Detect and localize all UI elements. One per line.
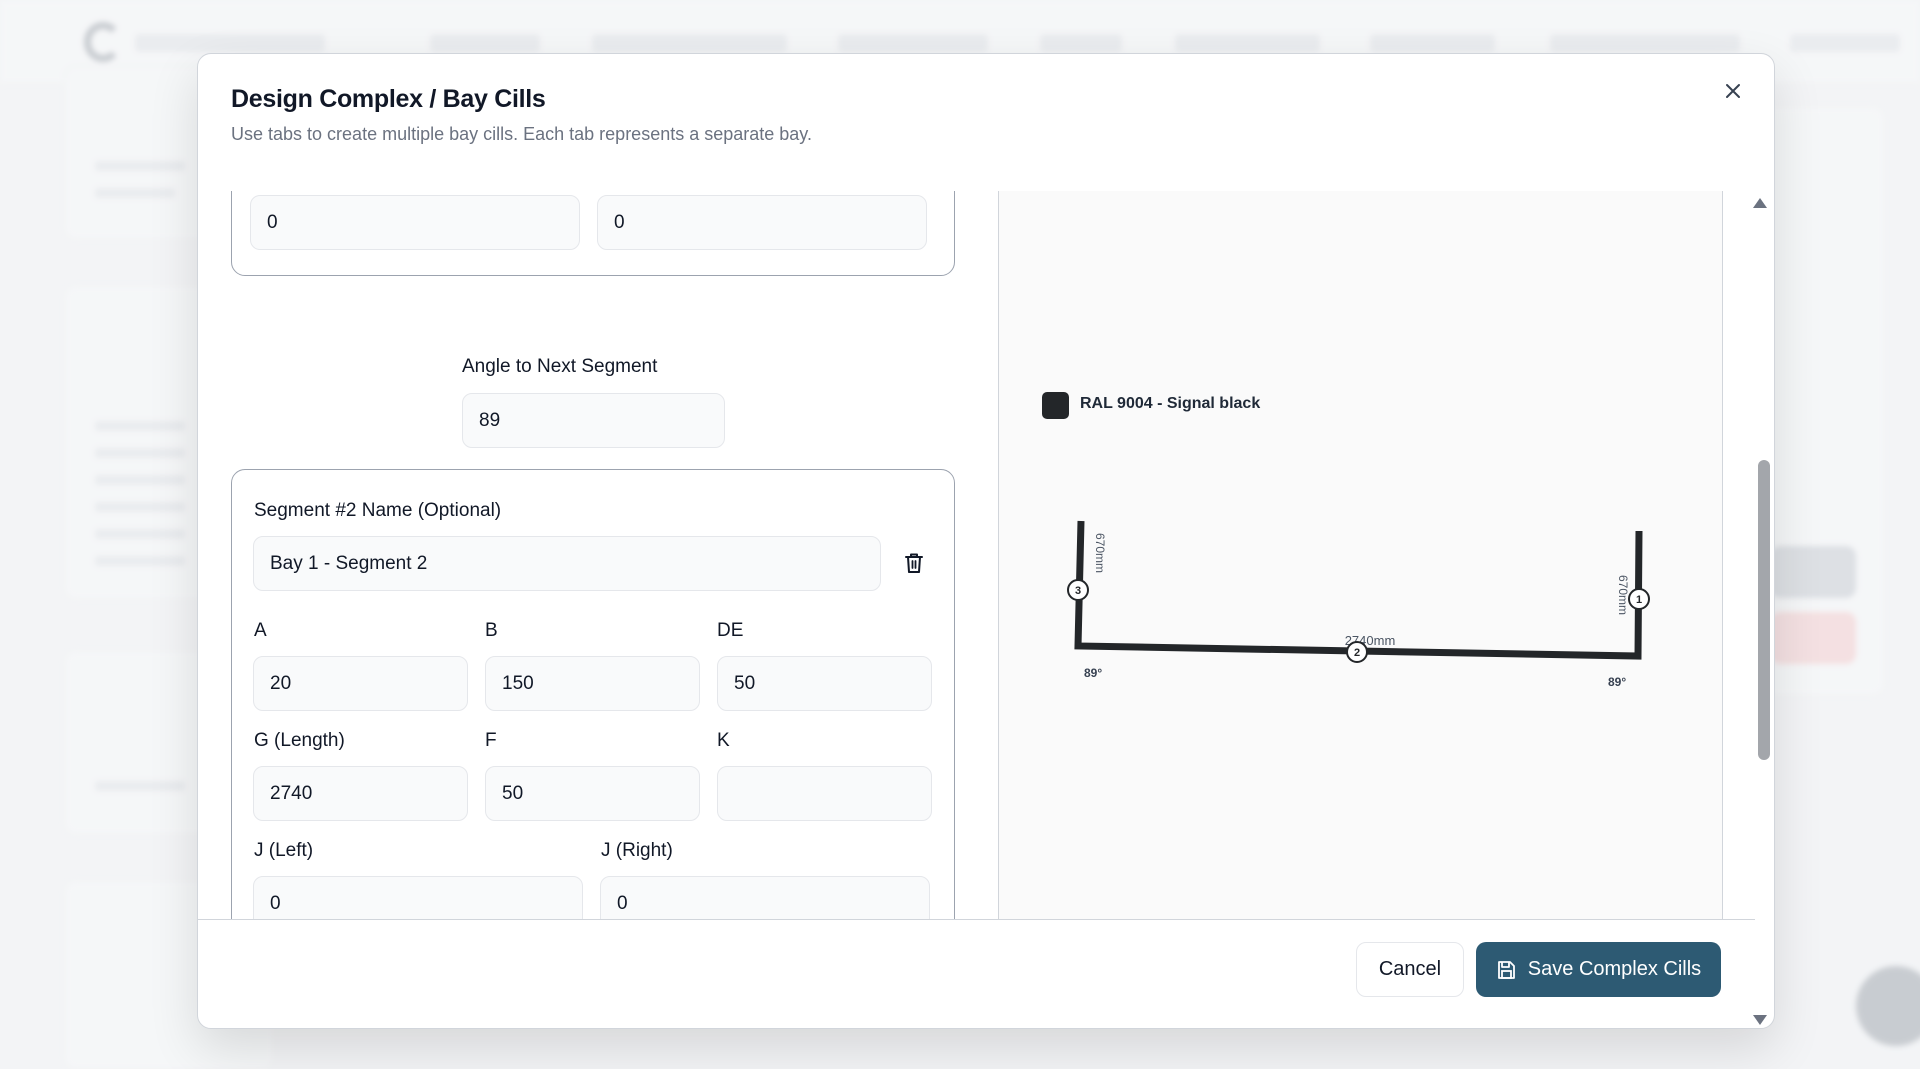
segment-1-j-left-input[interactable] — [250, 195, 580, 250]
right-angle-label: 89° — [1608, 675, 1626, 689]
marker-2-label: 2 — [1354, 647, 1360, 659]
save-icon — [1497, 960, 1515, 979]
scroll-down-arrow-icon[interactable] — [1753, 1015, 1767, 1025]
field-de-label: DE — [717, 620, 744, 641]
field-b-input[interactable] — [485, 656, 700, 711]
preview-right-border — [1722, 191, 1723, 920]
segment-1-card — [231, 191, 955, 276]
design-cills-modal: Design Complex / Bay Cills Use tabs to c… — [197, 53, 1775, 1029]
save-complex-cills-button[interactable]: Save Complex Cills — [1476, 942, 1721, 997]
segment-2-card: Segment #2 Name (Optional) A B DE G (Len… — [231, 469, 955, 920]
field-a-label: A — [254, 620, 267, 641]
field-j-right-input[interactable] — [600, 876, 930, 920]
field-f-label: F — [485, 730, 497, 751]
field-k-label: K — [717, 730, 730, 751]
close-icon — [1726, 84, 1740, 98]
segment-2-name-label: Segment #2 Name (Optional) — [254, 500, 502, 521]
field-g-input[interactable] — [253, 766, 468, 821]
cancel-button[interactable]: Cancel — [1356, 942, 1464, 997]
segment-1-j-right-input[interactable] — [597, 195, 927, 250]
field-j-left-label: J (Left) — [254, 840, 314, 861]
scroll-up-arrow-icon[interactable] — [1753, 198, 1767, 208]
left-side-dimension: 670mm — [1093, 533, 1107, 573]
cill-profile-drawing: 670mm 2740mm 670mm 89° 89° 3 2 1 — [1067, 520, 1650, 689]
footer-divider — [198, 919, 1755, 920]
field-de-input[interactable] — [717, 656, 932, 711]
field-j-left-input[interactable] — [253, 876, 583, 920]
modal-subtitle: Use tabs to create multiple bay cills. E… — [231, 124, 812, 144]
marker-1-label: 1 — [1636, 594, 1642, 606]
marker-3-label: 3 — [1075, 585, 1081, 597]
field-a-input[interactable] — [253, 656, 468, 711]
angle-label: Angle to Next Segment — [462, 356, 658, 377]
right-side-dimension: 670mm — [1616, 575, 1630, 615]
delete-segment-button[interactable] — [900, 549, 928, 577]
segment-2-name-input[interactable] — [253, 536, 881, 591]
field-b-label: B — [485, 620, 498, 641]
field-k-input[interactable] — [717, 766, 932, 821]
marker-1: 1 — [1628, 588, 1650, 610]
left-angle-label: 89° — [1084, 666, 1102, 680]
cill-preview-panel: RAL 9004 - Signal black 670mm 2740mm 670… — [999, 191, 1722, 920]
field-j-right-label: J (Right) — [601, 840, 673, 861]
marker-3: 3 — [1067, 579, 1089, 601]
trash-icon — [905, 553, 923, 573]
modal-title: Design Complex / Bay Cills — [231, 85, 546, 113]
field-g-label: G (Length) — [254, 730, 345, 751]
marker-2: 2 — [1346, 641, 1368, 663]
angle-input[interactable] — [462, 393, 725, 448]
save-button-label: Save Complex Cills — [1527, 958, 1702, 980]
close-button[interactable] — [1716, 74, 1750, 108]
scrollbar-thumb[interactable] — [1758, 460, 1770, 760]
field-f-input[interactable] — [485, 766, 700, 821]
segments-form-panel[interactable]: Angle to Next Segment Segment #2 Name (O… — [198, 191, 998, 920]
